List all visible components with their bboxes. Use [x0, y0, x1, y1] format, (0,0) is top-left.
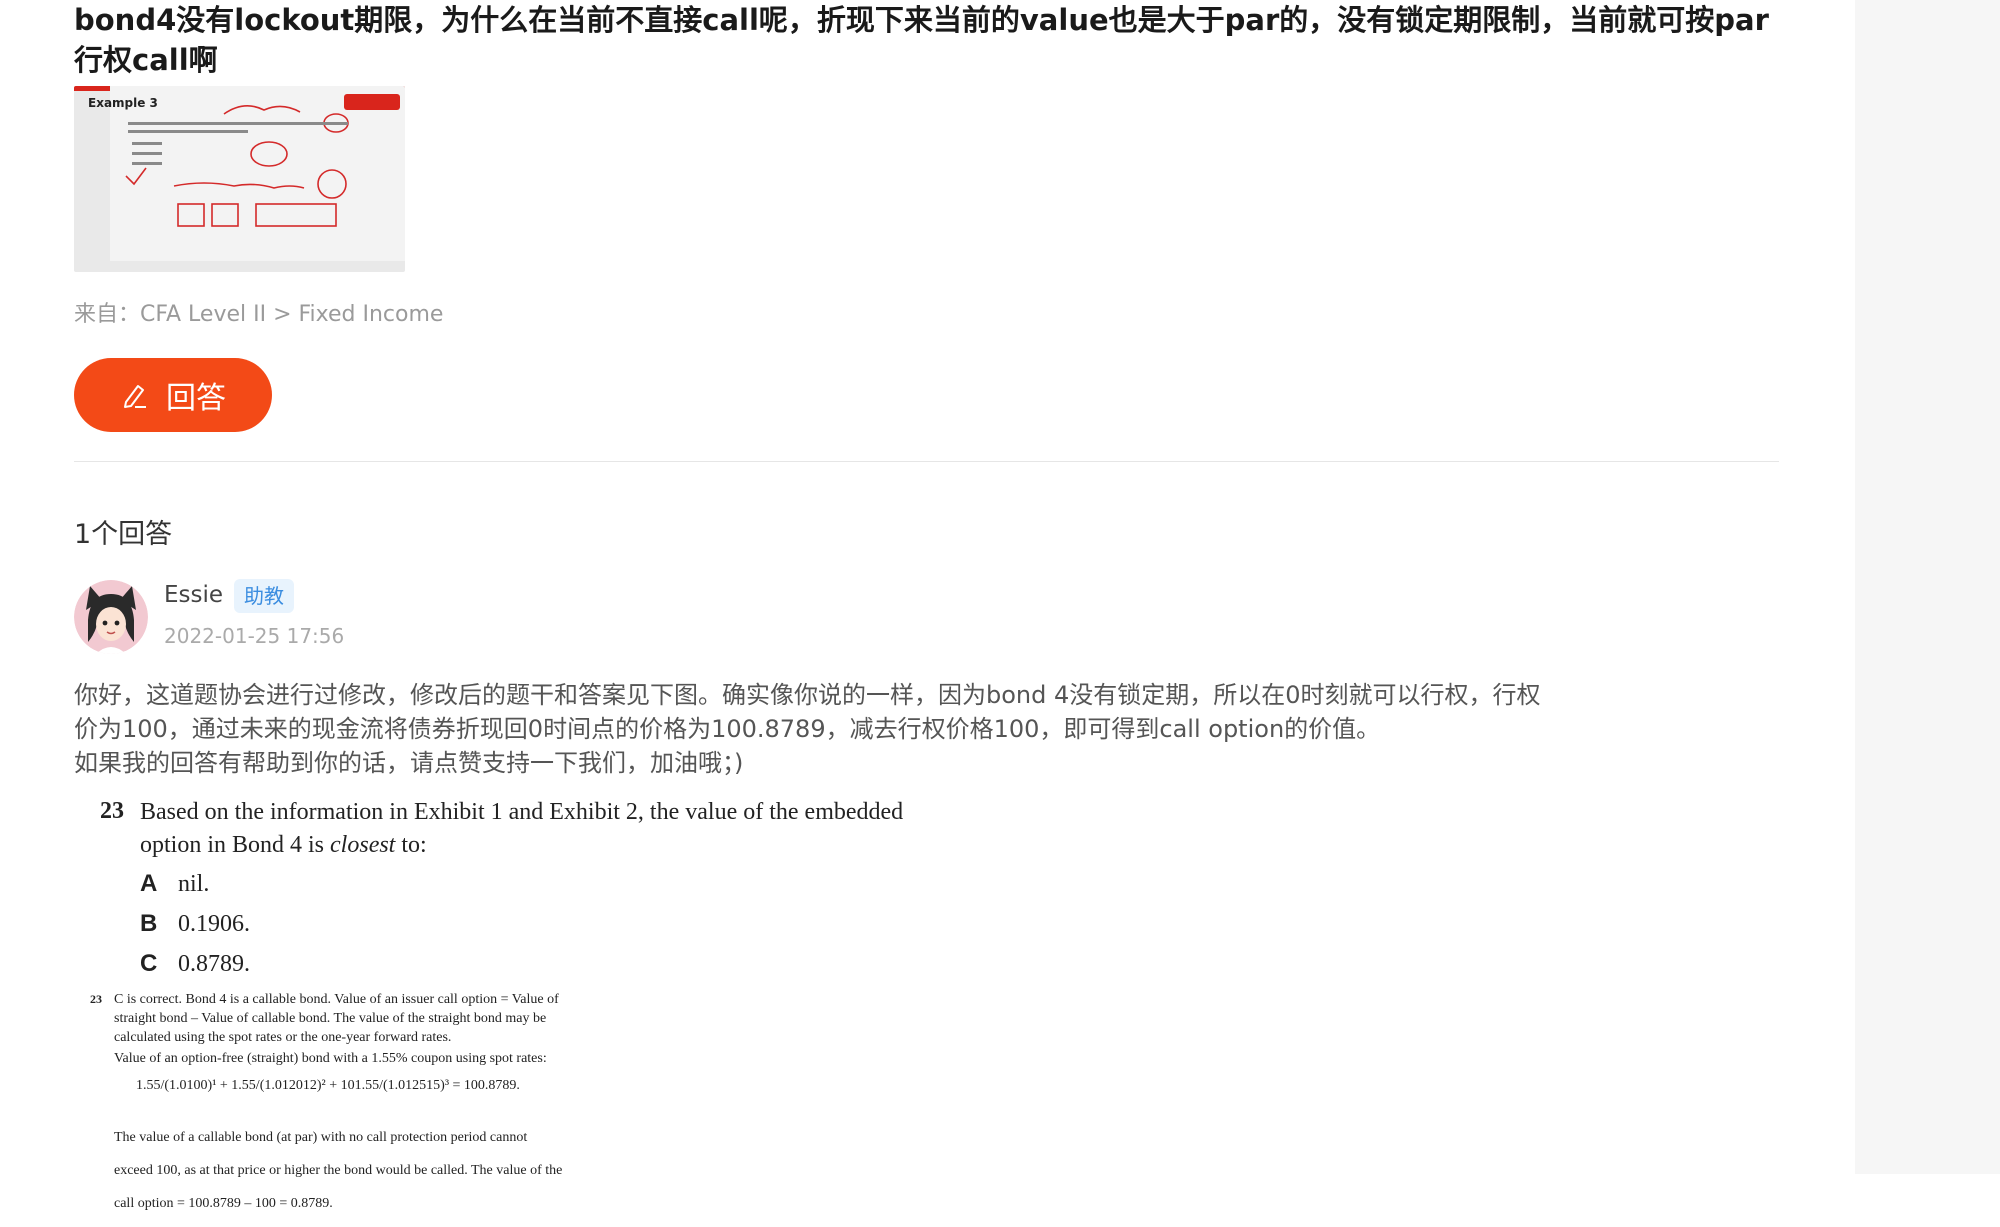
stem-emphasis: closest — [330, 832, 396, 858]
option-text: nil. — [178, 871, 210, 897]
solution-line: call option = 100.8789 – 100 = 0.8789. — [114, 1196, 333, 1211]
author-name[interactable]: Essie — [164, 582, 223, 608]
solution-line: The value of a callable bond (at par) wi… — [114, 1130, 528, 1145]
solution-number: 23 — [90, 992, 102, 1006]
question-title: bond4没有lockout期限，为什么在当前不直接call呢，折现下来当前的v… — [74, 3, 1769, 77]
solution-equation: 1.55/(1.0100)¹ + 1.55/(1.012012)² + 101.… — [136, 1078, 520, 1093]
role-badge: 助教 — [234, 579, 294, 613]
stem-text: to: — [395, 832, 427, 858]
option-letter: B — [140, 910, 158, 937]
solution-line: C is correct. Bond 4 is a callable bond.… — [114, 992, 559, 1007]
author-avatar[interactable] — [74, 580, 148, 654]
avatar-illustration — [74, 580, 148, 654]
solution-line: exceed 100, as at that price or higher t… — [114, 1163, 563, 1178]
answer-paragraph: 你好，这道题协会进行过修改，修改后的题干和答案见下图。确实像你说的一样，因为bo… — [74, 681, 1541, 709]
answer-image[interactable]: 23 Based on the information in Exhibit 1… — [74, 790, 1074, 1211]
option-text: 0.1906. — [178, 911, 250, 937]
option-a: Anil. — [140, 870, 209, 898]
answer-button[interactable]: 回答 — [74, 358, 272, 432]
option-b: B 0.1906. — [140, 910, 250, 938]
question-source[interactable]: 来自：CFA Level II > Fixed Income — [74, 296, 443, 328]
question-number: 23 — [100, 798, 124, 824]
answer-button-label: 回答 — [166, 381, 226, 416]
page-right-gutter — [1855, 0, 2000, 1174]
answer-paragraph: 如果我的回答有帮助到你的话，请点赞支持一下我们，加油哦；) — [74, 749, 744, 777]
question-stem: Based on the information in Exhibit 1 an… — [140, 796, 1040, 862]
pen-icon — [124, 385, 146, 408]
option-letter: A — [140, 870, 158, 897]
option-c: C 0.8789. — [140, 950, 250, 978]
question-image-thumbnail[interactable]: Example 3 — [74, 86, 405, 272]
thumbnail-handwriting — [125, 105, 349, 227]
section-divider — [74, 461, 1779, 462]
solution-line: straight bond – Value of callable bond. … — [114, 1011, 547, 1026]
answer-text: 你好，这道题协会进行过修改，修改后的题干和答案见下图。确实像你说的一样，因为bo… — [74, 678, 1634, 780]
stem-text: option in Bond 4 is — [140, 832, 331, 858]
answers-count: 1个回答 — [74, 519, 173, 550]
solution-conclusion: The value of a callable bond (at par) wi… — [114, 1114, 674, 1227]
solution-text: C is correct. Bond 4 is a callable bond.… — [114, 990, 674, 1068]
answer-paragraph: 价为100，通过未来的现金流将债券折现回0时间点的价格为100.8789，减去行… — [74, 715, 1381, 743]
stem-line: option in Bond 4 is closest to: — [140, 829, 1040, 862]
answer-timestamp: 2022-01-25 17:56 — [164, 624, 345, 648]
stem-line: Based on the information in Exhibit 1 an… — [140, 799, 904, 825]
solution-line: Value of an option-free (straight) bond … — [114, 1051, 547, 1066]
option-letter: C — [140, 950, 158, 977]
option-text: 0.8789. — [178, 951, 250, 977]
solution-line: calculated using the spot rates or the o… — [114, 1030, 452, 1045]
